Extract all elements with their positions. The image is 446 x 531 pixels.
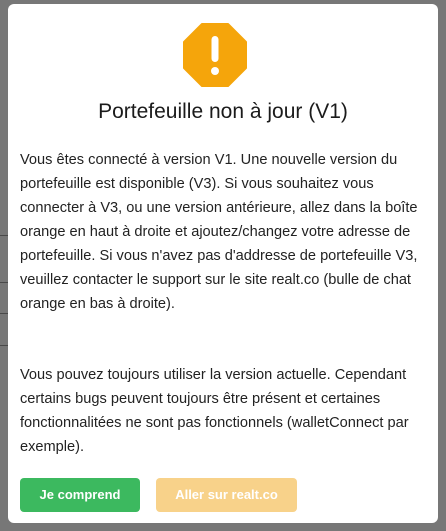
background-divider — [0, 282, 8, 283]
wallet-outdated-modal: Portefeuille non à jour (V1) Vous êtes c… — [8, 4, 438, 523]
background-divider — [0, 235, 8, 236]
modal-title: Portefeuille non à jour (V1) — [98, 100, 348, 123]
modal-message-paragraph: Vous êtes connecté à version V1. Une nou… — [20, 152, 418, 312]
background-divider — [0, 313, 8, 314]
acknowledge-button[interactable]: Je comprend — [20, 478, 140, 512]
exclamation-octagon-icon — [183, 23, 247, 87]
modal-message-paragraph: Vous pouvez toujours utiliser la version… — [20, 367, 409, 455]
go-to-realt-button[interactable]: Aller sur realt.co — [156, 478, 297, 512]
background-divider — [0, 345, 8, 346]
